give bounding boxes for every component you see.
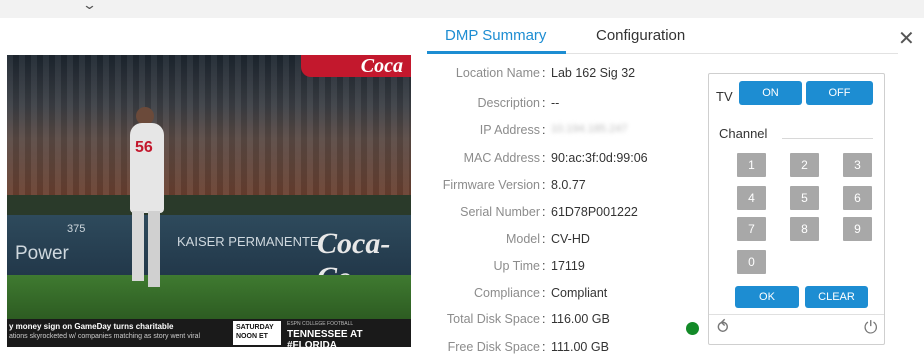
tv-on-button[interactable]: ON xyxy=(739,81,802,105)
video-preview: Coca 375 Power KAISER PERMANENTE. Coca-C… xyxy=(7,55,411,347)
key-2[interactable]: 2 xyxy=(790,153,819,177)
board-power-text: Power xyxy=(15,243,69,264)
field-label: Model xyxy=(505,232,540,246)
key-0[interactable]: 0 xyxy=(737,250,766,274)
field-value: Compliant xyxy=(551,286,608,300)
key-3[interactable]: 3 xyxy=(843,153,872,177)
remote-control-panel: TV ON OFF Channel 1 2 3 4 5 6 7 8 9 0 OK… xyxy=(708,73,885,345)
key-7[interactable]: 7 xyxy=(737,217,766,241)
power-icon[interactable]: ⏻ xyxy=(864,318,877,338)
refresh-icon[interactable]: ⥀ xyxy=(717,318,729,338)
field-value: -- xyxy=(551,96,560,110)
close-icon[interactable]: ✕ xyxy=(898,26,915,50)
video-player-figure: 56 xyxy=(122,107,172,291)
video-outfield-board: 375 Power KAISER PERMANENTE. Coca-Co xyxy=(7,215,411,294)
channel-input[interactable] xyxy=(782,138,873,139)
video-grass xyxy=(7,275,411,319)
field-value: 90:ac:3f:0d:99:06 xyxy=(551,151,648,165)
clear-button[interactable]: CLEAR xyxy=(805,286,868,308)
video-banner: Coca xyxy=(301,55,411,77)
field-value: 17119 xyxy=(551,259,585,273)
ticker-espn: ESPN COLLEGE FOOTBALL xyxy=(287,321,354,327)
active-tab-indicator xyxy=(427,51,566,54)
tab-dmp-summary[interactable]: DMP Summary xyxy=(445,27,546,44)
ticker-headline: y money sign on GameDay turns charitable xyxy=(9,322,174,331)
ok-button[interactable]: OK xyxy=(735,286,799,308)
field-label: Total Disk Space xyxy=(446,312,540,326)
player-number: 56 xyxy=(135,139,153,156)
field-value: 111.00 GB xyxy=(551,340,609,354)
field-value: 116.00 GB xyxy=(551,312,610,326)
field-value: 10.194.185.247 xyxy=(551,123,628,135)
tv-off-button[interactable]: OFF xyxy=(806,81,873,105)
chevron-down-icon[interactable]: ⌄ xyxy=(82,0,97,13)
key-4[interactable]: 4 xyxy=(737,186,766,210)
board-number: 375 xyxy=(67,223,86,235)
field-label: Up Time xyxy=(493,259,540,273)
board-kaiser-text: KAISER PERMANENTE. xyxy=(177,234,323,249)
ticker-game: TENNESSEE AT #FLORIDA xyxy=(287,329,363,347)
field-value: CV-HD xyxy=(551,232,590,246)
field-label: Location Name xyxy=(455,66,540,80)
field-label: Serial Number xyxy=(460,205,540,219)
tab-configuration[interactable]: Configuration xyxy=(596,27,685,44)
key-1[interactable]: 1 xyxy=(737,153,766,177)
field-label: Firmware Version xyxy=(442,178,540,192)
field-label: IP Address xyxy=(479,123,540,137)
channel-label: Channel xyxy=(719,126,768,141)
field-value: 8.0.77 xyxy=(551,178,586,192)
top-bar: ⌄ xyxy=(0,0,924,18)
key-6[interactable]: 6 xyxy=(843,186,872,210)
status-indicator xyxy=(686,322,699,335)
ticker-subline: ations skyrocketed w/ companies matching… xyxy=(9,333,201,340)
ticker-saturday: SATURDAY NOON ET xyxy=(233,321,281,345)
key-8[interactable]: 8 xyxy=(790,217,819,241)
tab-divider xyxy=(566,53,898,54)
tv-label: TV xyxy=(716,89,733,104)
field-label: Description xyxy=(477,96,540,110)
field-value: Lab 162 Sig 32 xyxy=(551,66,636,80)
video-ticker: y money sign on GameDay turns charitable… xyxy=(7,319,411,347)
field-label: Compliance xyxy=(473,286,540,300)
key-5[interactable]: 5 xyxy=(790,186,819,210)
remote-footer-divider xyxy=(709,314,884,315)
field-value: 61D78P001222 xyxy=(551,205,638,219)
key-9[interactable]: 9 xyxy=(843,217,872,241)
field-label: MAC Address xyxy=(463,151,540,165)
field-label: Free Disk Space xyxy=(447,340,540,354)
